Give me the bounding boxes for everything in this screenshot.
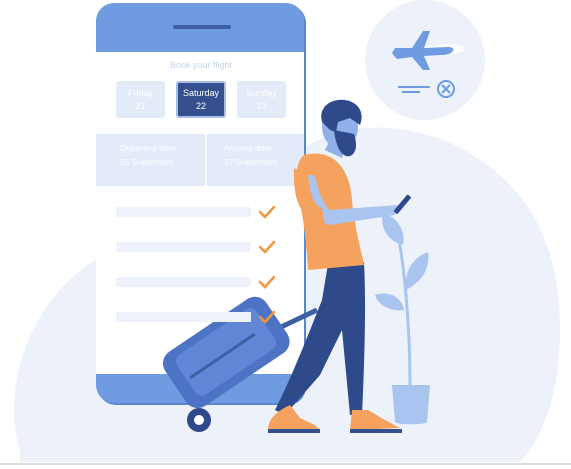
day-option-saturday[interactable]: Saturday 22: [176, 81, 226, 118]
checklist-row: [116, 312, 251, 322]
checklist-row: [116, 277, 251, 287]
day-option-sunday[interactable]: Sunday 23: [237, 81, 286, 118]
checklist-row: [116, 207, 251, 217]
day-number: 21: [135, 100, 146, 111]
day-weekday: Sunday: [246, 87, 277, 98]
plant-pot: [392, 385, 430, 425]
illustration-scene: [13, 0, 560, 462]
checklist-row: [116, 242, 251, 252]
booking-title: Book your flight: [169, 60, 233, 70]
check-icon: [258, 205, 276, 219]
check-icon: [258, 310, 276, 324]
day-weekday: Saturday: [182, 87, 220, 98]
departing-label: Departing date: [120, 143, 176, 153]
arriving-date: Arriving date 27 September: [224, 141, 277, 169]
arriving-label: Arriving date: [224, 143, 272, 153]
day-number: 23: [256, 100, 267, 111]
departing-date: Departing date 25 September: [120, 141, 176, 169]
phone-notch: [173, 25, 231, 29]
arriving-value: 27 September: [224, 157, 278, 167]
day-option-friday[interactable]: Friday 21: [116, 81, 165, 118]
check-icon: [258, 275, 276, 289]
bottom-divider: [0, 463, 571, 465]
day-number: 22: [195, 100, 206, 111]
day-weekday: Friday: [127, 87, 153, 98]
departing-value: 25 September: [120, 157, 174, 167]
check-icon: [258, 240, 276, 254]
